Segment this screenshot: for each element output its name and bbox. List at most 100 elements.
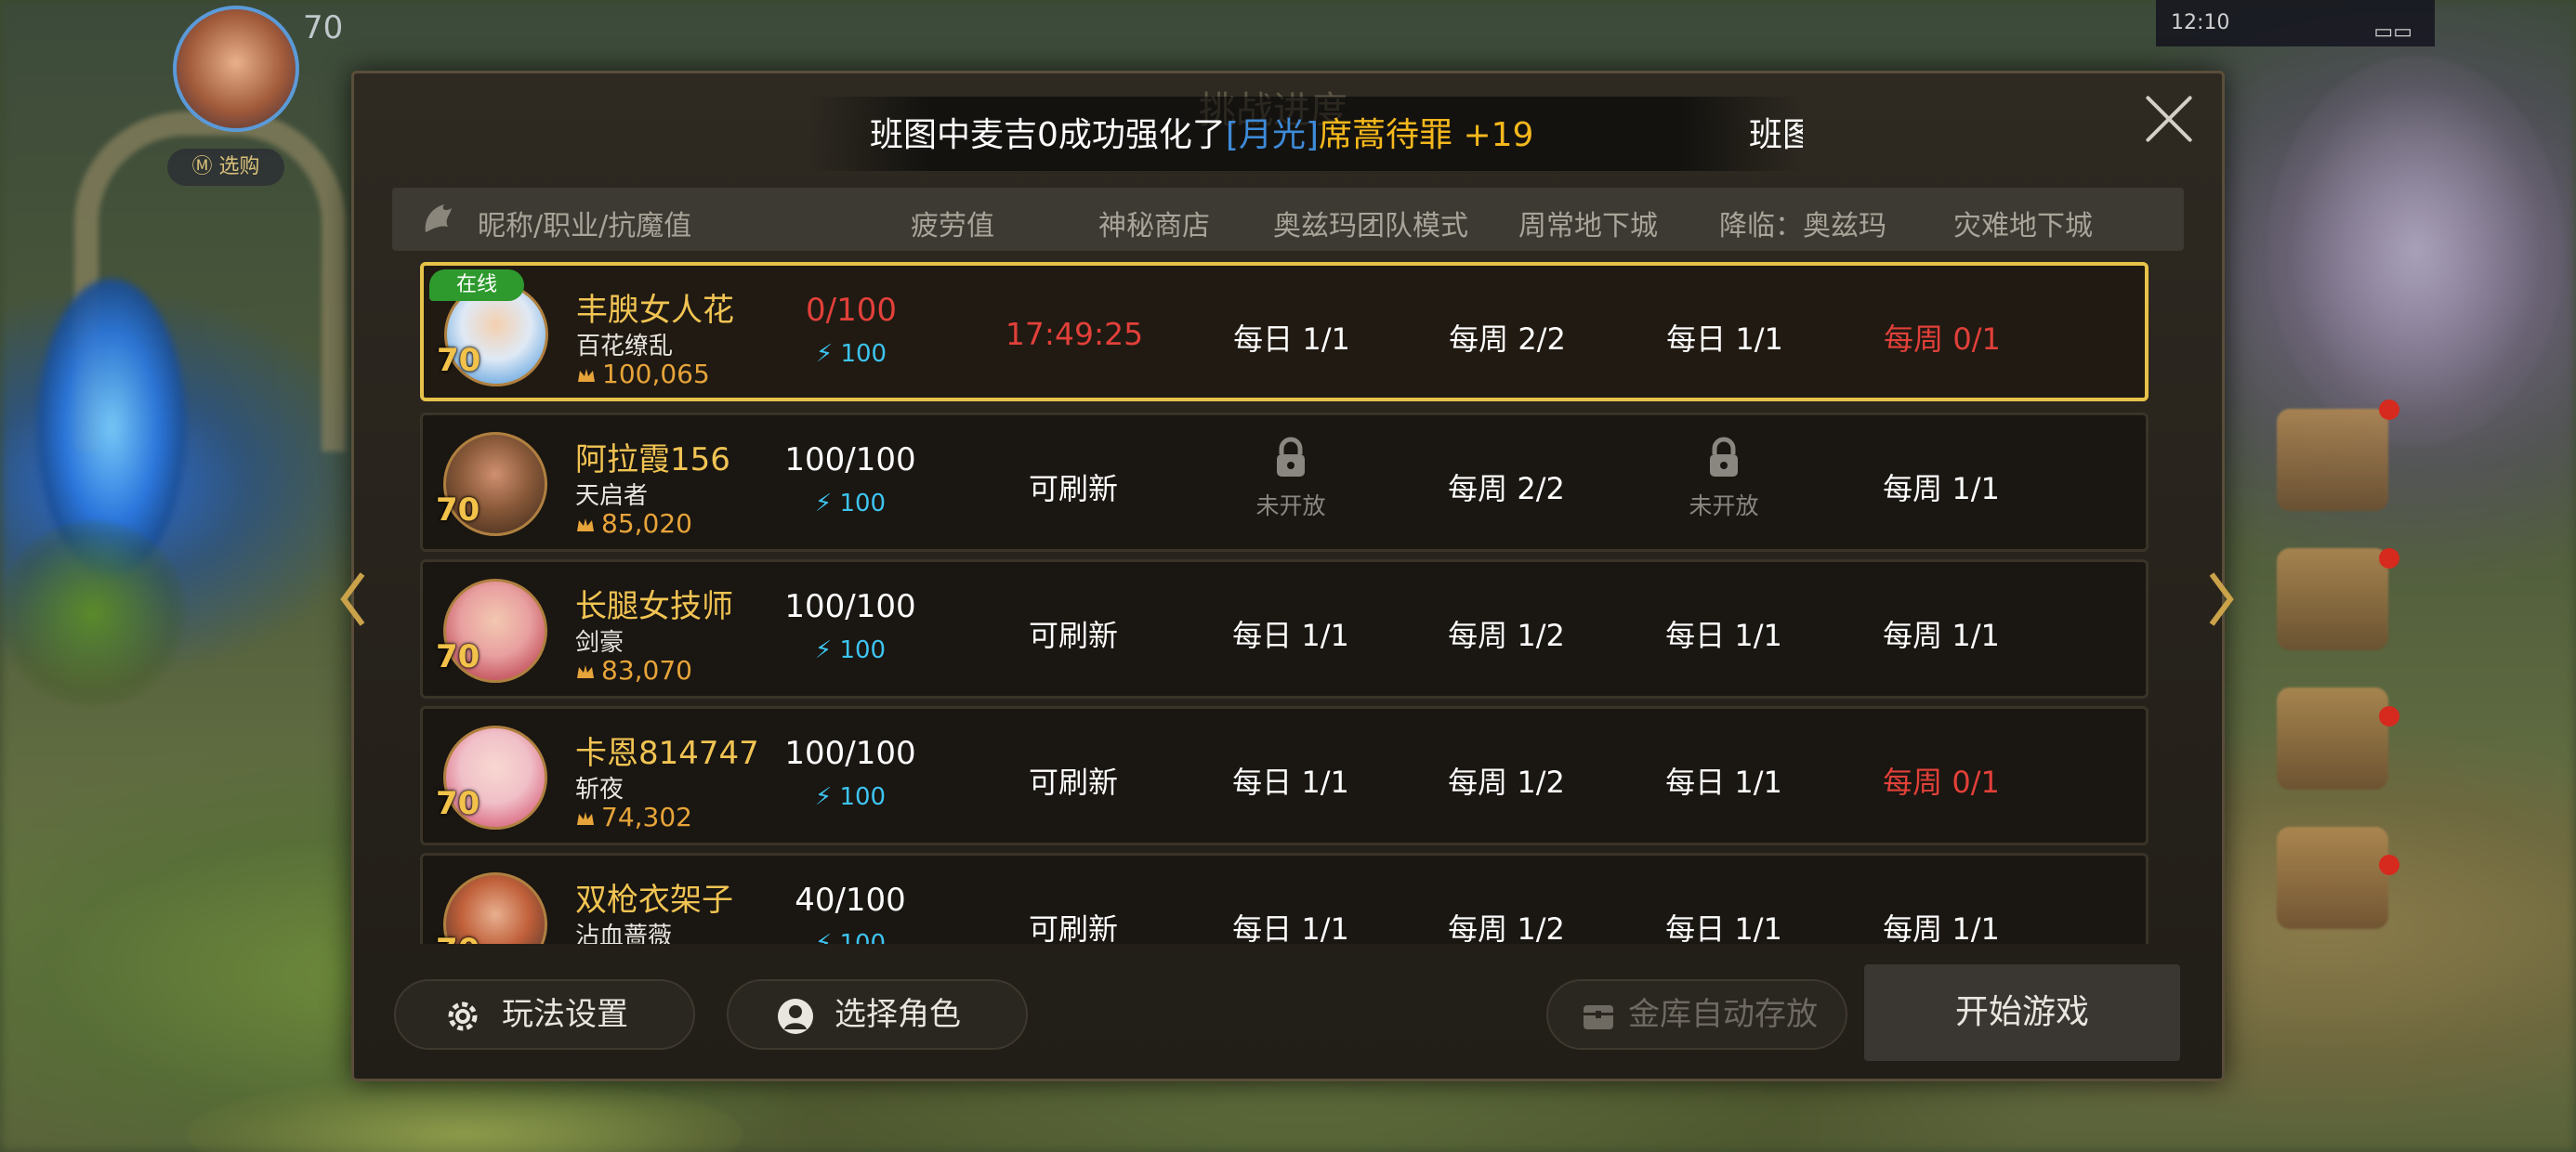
weekly-dungeon-status: 每周 1/2 [1448, 765, 1565, 800]
broadcast-item-prefix: [月光] [1225, 116, 1319, 154]
vault-auto-store-label: 金库自动存放 [1628, 996, 1818, 1033]
character-row[interactable]: 70 长腿女技师 剑豪 83,070 100/100 ⚡ 100 可刷新 每日 … [420, 559, 2149, 699]
mystery-shop-status: 可刷新 [1028, 471, 1118, 506]
battery-icon: ▭▭ [2373, 20, 2412, 44]
fatigue-bonus: ⚡ 100 [814, 783, 887, 811]
weekly-dungeon-status: 每周 1/2 [1448, 911, 1565, 944]
character-row[interactable]: 70 阿拉霞156 天启者 85,020 100/100 ⚡ 100 可刷新 未… [420, 412, 2149, 552]
side-menu-button-1[interactable] [2277, 409, 2388, 511]
gear-icon [448, 1001, 478, 1031]
column-header-ozma-descent: 降临：奥兹玛 [1719, 210, 1886, 242]
locked-label: 未开放 [1689, 492, 1759, 519]
crown-icon [577, 812, 594, 825]
chest-icon [1584, 1005, 1613, 1029]
notification-dot [2379, 399, 2399, 420]
power-value: 83,070 [601, 655, 692, 686]
play-settings-label: 玩法设置 [502, 996, 628, 1033]
disaster-dungeon-status: 每周 0/1 [1884, 321, 2001, 357]
character-icon [778, 999, 813, 1034]
mystery-shop-status: 可刷新 [1028, 618, 1118, 653]
column-header-fatigue: 疲劳值 [911, 210, 994, 242]
character-level: 70 [436, 491, 480, 529]
power-value: 100,065 [602, 359, 710, 389]
fatigue-value: 100/100 [784, 441, 916, 478]
character-row[interactable]: 70 卡恩814747 斩夜 74,302 100/100 ⚡ 100 可刷新 … [420, 706, 2149, 845]
ozma-descent-status: 每日 1/1 [1665, 618, 1782, 653]
mystery-shop-status: 可刷新 [1028, 765, 1118, 800]
character-list: 在线 70 丰腴女人花 百花缭乱 100,065 0/100 ⚡ 100 17:… [420, 262, 2158, 944]
ozma-raid-status: 每日 1/1 [1232, 911, 1349, 944]
fatigue-bonus: ⚡ 100 [814, 930, 887, 944]
crown-icon [578, 369, 595, 382]
crown-icon [577, 665, 594, 678]
close-icon[interactable] [2143, 93, 2195, 145]
ozma-raid-status: 每日 1/1 [1232, 765, 1349, 800]
start-game-button[interactable]: 开始游戏 [1864, 964, 2180, 1061]
disaster-dungeon-status: 每周 1/1 [1883, 471, 2000, 506]
lock-icon [1277, 437, 1305, 477]
system-status-bar: 12:10 ▭▭ [2156, 0, 2435, 46]
play-settings-button[interactable]: 玩法设置 [394, 979, 695, 1050]
character-job: 天启者 [575, 482, 649, 510]
ozma-descent-status: 每日 1/1 [1666, 321, 1783, 357]
side-menu-button-3[interactable] [2277, 687, 2388, 790]
character-level: 70 [436, 932, 480, 944]
select-character-button[interactable]: 选择角色 [727, 979, 1028, 1050]
weekly-dungeon-status: 每周 2/2 [1449, 321, 1566, 357]
ozma-raid-locked: 未开放 [1189, 436, 1393, 521]
broadcast-enhance-level: +19 [1452, 116, 1534, 154]
disaster-dungeon-status: 每周 0/1 [1883, 765, 2000, 800]
fatigue-bonus: ⚡ 100 [814, 636, 887, 664]
fatigue-value: 100/100 [784, 735, 916, 772]
notification-dot [2379, 706, 2399, 727]
power-value: 85,020 [601, 508, 692, 539]
character-power: 74,302 [575, 802, 692, 832]
side-menu-button-2[interactable] [2277, 548, 2388, 650]
crown-icon [577, 518, 594, 531]
side-menu-button-4[interactable] [2277, 827, 2388, 929]
character-power: 100,065 [576, 359, 710, 389]
table-header: 昵称/职业/抗魔值 疲劳值 神秘商店 奥兹玛团队模式 周常地下城 降临：奥兹玛 … [392, 188, 2184, 251]
lock-icon [1710, 437, 1738, 477]
character-level: 70 [436, 785, 480, 822]
broadcast-text: 班图中麦吉0成功强化了 [870, 116, 1226, 154]
notification-dot [2379, 855, 2399, 875]
mystery-shop-status: 可刷新 [1028, 911, 1118, 944]
fatigue-bonus: ⚡ 100 [815, 340, 887, 368]
ozma-descent-status: 每日 1/1 [1665, 911, 1782, 944]
player-avatar[interactable] [173, 6, 299, 132]
dragon-icon [425, 204, 452, 232]
vault-auto-store-button[interactable]: 金库自动存放 [1546, 979, 1847, 1050]
arrow-right-icon[interactable] [2202, 567, 2240, 632]
disaster-dungeon-status: 每周 1/1 [1883, 618, 2000, 653]
ozma-raid-status: 每日 1/1 [1233, 321, 1350, 357]
online-badge: 在线 [429, 269, 524, 301]
power-value: 74,302 [601, 802, 692, 832]
broadcast-marquee: 班图中麦吉0成功强化了[月光]席蒿待罪 +19 班图 [808, 97, 1803, 171]
ozma-raid-status: 每日 1/1 [1232, 618, 1349, 653]
character-row[interactable]: 70 双枪衣架子 沾血蔷薇 40/100 ⚡ 100 可刷新 每日 1/1 每周… [420, 853, 2149, 944]
broadcast-next-message: 班图 [1749, 116, 1803, 154]
disaster-dungeon-status: 每周 1/1 [1883, 911, 2000, 944]
ozma-descent-status: 每日 1/1 [1665, 765, 1782, 800]
column-header-disaster-dungeon: 灾难地下城 [1953, 210, 2093, 242]
arrow-left-icon[interactable] [335, 567, 372, 632]
character-level: 70 [437, 342, 481, 379]
character-row[interactable]: 在线 70 丰腴女人花 百花缭乱 100,065 0/100 ⚡ 100 17:… [420, 262, 2149, 401]
broadcast-item-name: 席蒿待罪 [1319, 116, 1453, 154]
mystery-shop-timer: 17:49:25 [1005, 316, 1144, 352]
column-header-character: 昵称/职业/抗魔值 [478, 210, 692, 242]
player-tag[interactable]: Ⓜ 选购 [167, 149, 284, 186]
column-header-weekly-dungeon: 周常地下城 [1518, 210, 1658, 242]
tree-decoration [2267, 56, 2565, 446]
fatigue-value: 100/100 [784, 588, 916, 625]
bush-decoration [0, 520, 186, 706]
character-job: 沾血蔷薇 [575, 923, 673, 944]
ozma-descent-locked: 未开放 [1622, 436, 1826, 521]
weekly-dungeon-status: 每周 1/2 [1448, 618, 1565, 653]
character-job: 剑豪 [575, 629, 624, 657]
character-job: 斩夜 [575, 776, 624, 804]
character-job: 百花缭乱 [576, 333, 674, 360]
character-power: 85,020 [575, 508, 692, 539]
broadcast-message: 班图中麦吉0成功强化了[月光]席蒿待罪 +19 [870, 108, 1533, 156]
